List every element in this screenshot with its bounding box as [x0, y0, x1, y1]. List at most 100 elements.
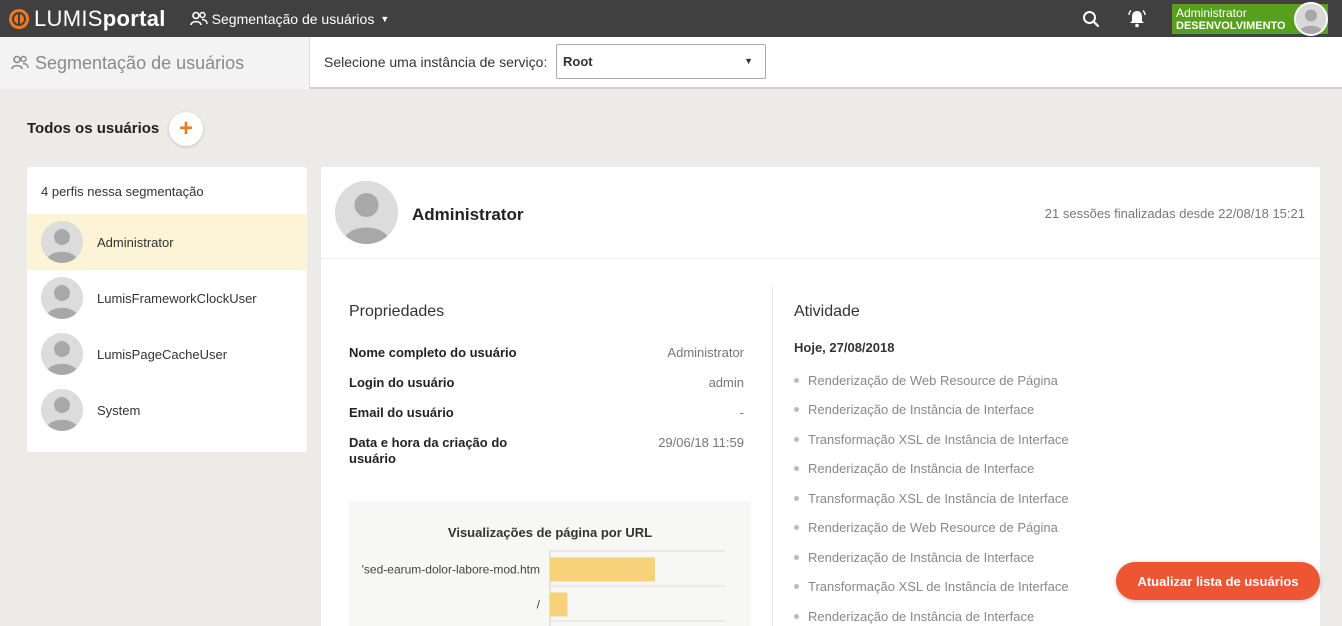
- property-label: Nome completo do usuário: [349, 345, 517, 360]
- property-value: 29/06/18 11:59: [658, 435, 744, 450]
- bullet-icon: [794, 437, 799, 442]
- user-avatar-icon: [1296, 3, 1326, 34]
- activity-item-label: Transformação XSL de Instância de Interf…: [808, 432, 1069, 447]
- profiles-count: 4 perfis nessa segmentação: [41, 184, 204, 199]
- chart-bar[interactable]: [550, 557, 655, 582]
- chart-category-label: 'sed-earum-dolor-labore-mod.htm: [362, 563, 540, 577]
- avatar: [1294, 1, 1328, 36]
- page-title: Segmentação de usuários: [35, 52, 245, 73]
- logo-text: LUMISportal: [34, 6, 166, 32]
- instance-select[interactable]: Root ▼: [556, 44, 766, 79]
- activity-item-label: Renderização de Instância de Interface: [808, 402, 1035, 417]
- list-item-label: System: [97, 402, 141, 418]
- activity-item: Renderização de Instância de Interface: [794, 461, 1034, 476]
- activity-item-label: Renderização de Instância de Interface: [808, 609, 1035, 624]
- top-bar: LUMISportal Segmentação de usuários ▼ Ad…: [0, 0, 1342, 37]
- logo-text-light: LUMIS: [34, 5, 103, 31]
- app-menu[interactable]: Segmentação de usuários ▼: [189, 10, 390, 27]
- users-icon: [189, 11, 208, 25]
- property-label: Email do usuário: [349, 405, 454, 420]
- activity-item-label: Renderização de Web Resource de Página: [808, 373, 1058, 388]
- activity-item: Renderização de Web Resource de Página: [794, 520, 1058, 535]
- bullet-icon: [794, 496, 799, 501]
- property-label: Login do usuário: [349, 375, 455, 390]
- activity-item: Renderização de Instância de Interface: [794, 550, 1034, 565]
- list-item-label: LumisFrameworkClockUser: [97, 290, 257, 306]
- refresh-users-button[interactable]: Atualizar lista de usuários: [1116, 562, 1320, 600]
- top-right-actions: Administrator DESENVOLVIMENTO: [1079, 0, 1342, 37]
- bullet-icon: [794, 407, 799, 412]
- user-avatar-icon: [41, 389, 83, 431]
- section-title: Todos os usuários: [27, 120, 160, 137]
- lumis-logo[interactable]: LUMISportal: [9, 6, 166, 32]
- bullet-icon: [794, 614, 799, 619]
- user-name: Administrator: [1176, 5, 1247, 20]
- bullet-icon: [794, 555, 799, 560]
- plus-icon: +: [178, 115, 193, 142]
- property-value: -: [739, 405, 744, 420]
- bell-icon: [1128, 9, 1146, 27]
- column-divider: [772, 287, 773, 626]
- user-environment: DESENVOLVIMENTO: [1176, 19, 1286, 32]
- chevron-down-icon: ▼: [744, 56, 753, 66]
- list-item-label: Administrator: [97, 234, 174, 250]
- chart-plot: 'sed-earum-dolor-labore-mod.htm /: [362, 550, 725, 626]
- notifications-button[interactable]: [1125, 7, 1149, 31]
- list-item-label: LumisPageCacheUser: [97, 346, 228, 362]
- property-label: Data e hora da criação do usuário: [349, 435, 508, 466]
- sub-header: Segmentação de usuários Selecione uma in…: [0, 37, 1342, 89]
- activity-item-label: Renderização de Instância de Interface: [808, 550, 1035, 565]
- activity-title: Atividade: [794, 303, 860, 320]
- activity-item: Renderização de Instância de Interface: [794, 609, 1034, 624]
- bullet-icon: [794, 525, 799, 530]
- avatar: [335, 181, 398, 244]
- bullet-icon: [794, 466, 799, 471]
- lumis-logo-icon: [9, 8, 29, 29]
- avatar: [41, 333, 83, 375]
- activity-item: Transformação XSL de Instância de Interf…: [794, 579, 1069, 594]
- add-user-button[interactable]: +: [169, 112, 203, 146]
- list-item[interactable]: LumisPageCacheUser: [27, 326, 307, 382]
- activity-item: Renderização de Web Resource de Página: [794, 373, 1058, 388]
- activity-date: Hoje, 27/08/2018: [794, 340, 895, 355]
- list-item[interactable]: System: [27, 382, 307, 438]
- bullet-icon: [794, 584, 799, 589]
- activity-item-label: Renderização de Instância de Interface: [808, 461, 1035, 476]
- user-avatar-icon: [41, 221, 83, 263]
- avatar: [41, 221, 83, 263]
- page-title-area: Segmentação de usuários: [0, 37, 310, 89]
- properties-title: Propriedades: [349, 303, 445, 320]
- user-name-title: Administrator: [412, 205, 524, 224]
- sessions-summary: 21 sessões finalizadas desde 22/08/18 15…: [1044, 206, 1305, 221]
- avatar: [41, 389, 83, 431]
- search-button[interactable]: [1079, 7, 1103, 31]
- user-menu[interactable]: Administrator DESENVOLVIMENTO: [1172, 1, 1328, 36]
- user-avatar-icon: [41, 333, 83, 375]
- instance-label: Selecione uma instância de serviço:: [324, 54, 548, 70]
- logo-text-bold: portal: [102, 5, 166, 31]
- search-icon: [1083, 10, 1100, 27]
- activity-item: Transformação XSL de Instância de Interf…: [794, 432, 1069, 447]
- user-list: 4 perfis nessa segmentação Administrator…: [27, 167, 307, 452]
- page-views-chart: Visualizações de página por URL 'sed-ear…: [349, 501, 751, 626]
- user-avatar-icon: [41, 277, 83, 319]
- user-detail-card: Administrator 21 sessões finalizadas des…: [321, 167, 1320, 626]
- chart-bar[interactable]: [550, 592, 568, 617]
- users-icon: [11, 55, 29, 70]
- app-menu-label: Segmentação de usuários: [211, 10, 375, 27]
- activity-item-label: Renderização de Web Resource de Página: [808, 520, 1058, 535]
- list-item[interactable]: Administrator: [27, 214, 307, 270]
- instance-select-value: Root: [563, 54, 593, 69]
- chart-category-label: /: [537, 598, 541, 612]
- activity-item-label: Transformação XSL de Instância de Interf…: [808, 491, 1069, 506]
- user-avatar-icon: [335, 181, 398, 244]
- property-value: admin: [708, 375, 744, 390]
- bullet-icon: [794, 378, 799, 383]
- activity-item-label: Transformação XSL de Instância de Interf…: [808, 579, 1069, 594]
- list-item[interactable]: LumisFrameworkClockUser: [27, 270, 307, 326]
- chevron-down-icon: ▼: [380, 13, 390, 24]
- user-detail-header: Administrator 21 sessões finalizadas des…: [321, 167, 1320, 259]
- avatar: [41, 277, 83, 319]
- activity-item: Renderização de Instância de Interface: [794, 402, 1034, 417]
- activity-item: Transformação XSL de Instância de Interf…: [794, 491, 1069, 506]
